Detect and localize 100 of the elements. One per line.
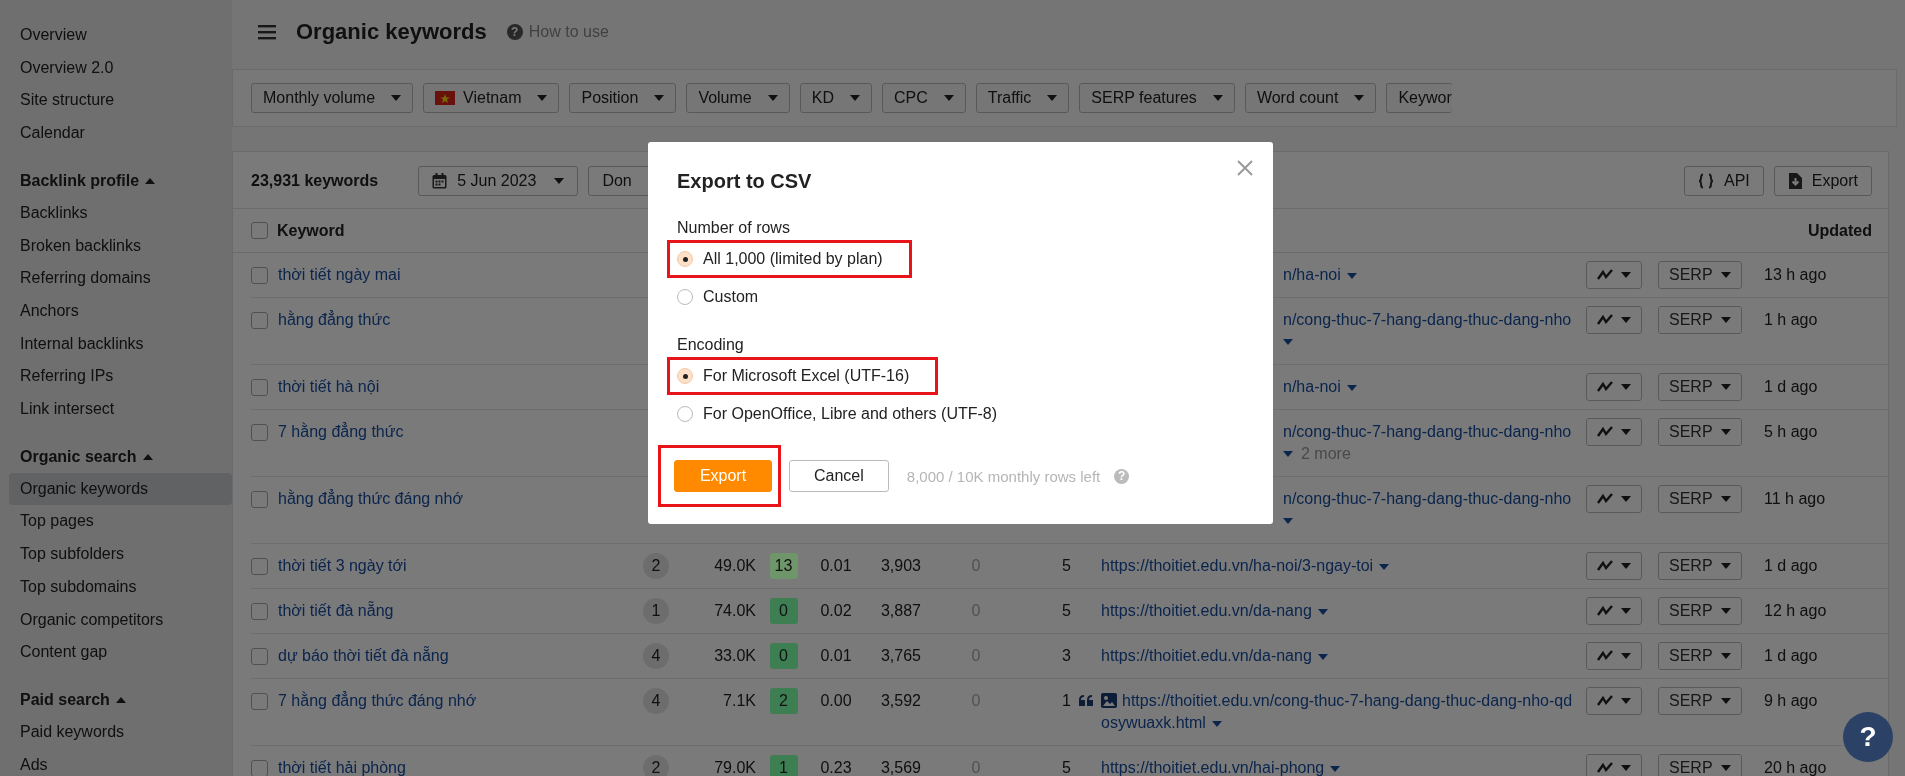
date-picker[interactable]: 5 Jun 2023: [418, 166, 579, 196]
keyword-link[interactable]: dự báo thời tiết đà nẵng: [278, 647, 449, 664]
trend-dropdown[interactable]: [1586, 418, 1642, 446]
sidebar-item[interactable]: Top subfolders: [9, 538, 232, 571]
row-checkbox[interactable]: [251, 267, 268, 285]
sidebar-item[interactable]: Site structure: [9, 84, 232, 118]
keyword-link[interactable]: 7 hằng đẳng thức đáng nhớ: [278, 692, 477, 709]
api-button[interactable]: API: [1683, 166, 1764, 196]
sidebar-item[interactable]: Broken backlinks: [9, 229, 232, 263]
radio-option[interactable]: Custom: [677, 286, 759, 308]
serp-dropdown[interactable]: SERP: [1658, 597, 1742, 625]
radio-button[interactable]: [677, 251, 693, 267]
serp-dropdown[interactable]: SERP: [1658, 418, 1742, 446]
row-checkbox[interactable]: [251, 693, 268, 711]
row-checkbox[interactable]: [251, 379, 268, 397]
sidebar-item[interactable]: Calendar: [9, 117, 232, 150]
sidebar-item[interactable]: Internal backlinks: [9, 327, 232, 361]
sidebar-item[interactable]: Overview 2.0: [9, 51, 232, 85]
caret-icon[interactable]: [1346, 384, 1357, 391]
trend-dropdown[interactable]: [1586, 687, 1642, 715]
trend-dropdown[interactable]: [1586, 373, 1642, 401]
row-checkbox[interactable]: [251, 760, 268, 776]
radio-button[interactable]: [677, 368, 693, 384]
sidebar-item[interactable]: Anchors: [9, 294, 232, 328]
filter-dropdown[interactable]: Traffic: [975, 83, 1070, 113]
column-header[interactable]: Updated: [1808, 221, 1872, 240]
column-header[interactable]: Keyword: [277, 221, 345, 240]
caret-icon[interactable]: [1283, 451, 1293, 457]
sidebar-item[interactable]: Organic keywords: [9, 472, 232, 506]
section-heading[interactable]: Paid search: [20, 683, 110, 716]
radio-option[interactable]: For OpenOffice, Libre and others (UTF-8): [677, 403, 998, 425]
keyword-link[interactable]: thời tiết 3 ngày tới: [278, 557, 407, 574]
sidebar-item[interactable]: Ads: [9, 748, 232, 776]
serp-dropdown[interactable]: SERP: [1658, 373, 1742, 401]
row-checkbox[interactable]: [251, 491, 268, 509]
caret-icon[interactable]: [1211, 720, 1222, 727]
filter-dropdown[interactable]: CPC: [882, 83, 966, 113]
caret-icon[interactable]: [1346, 272, 1357, 279]
url-link[interactable]: https://thoitiet.edu.vn/da-nang: [1101, 645, 1574, 667]
section-heading[interactable]: Organic search: [20, 440, 137, 473]
radio-button[interactable]: [677, 406, 693, 422]
radio-button[interactable]: [677, 289, 693, 305]
url-link[interactable]: n/cong-thuc-7-hang-dang-thuc-dang-nho: [1283, 488, 1574, 510]
url-link[interactable]: https://thoitiet.edu.vn/hai-phong: [1101, 757, 1574, 776]
serp-dropdown[interactable]: SERP: [1658, 642, 1742, 670]
caret-icon[interactable]: [115, 696, 126, 703]
filter-dropdown[interactable]: SERP features: [1079, 83, 1235, 113]
serp-dropdown[interactable]: SERP: [1658, 485, 1742, 513]
keyword-link[interactable]: thời tiết hà nội: [278, 378, 380, 395]
url-link[interactable]: https://thoitiet.edu.vn/da-nang: [1101, 600, 1574, 622]
sidebar-item[interactable]: Paid keywords: [9, 715, 232, 749]
sidebar-item[interactable]: Top pages: [9, 505, 232, 539]
serp-dropdown[interactable]: SERP: [1658, 552, 1742, 580]
serp-dropdown[interactable]: SERP: [1658, 306, 1742, 334]
trend-dropdown[interactable]: [1586, 306, 1642, 334]
sidebar-item[interactable]: Link intersect: [9, 393, 232, 426]
trend-dropdown[interactable]: [1586, 597, 1642, 625]
trend-dropdown[interactable]: [1586, 552, 1642, 580]
sidebar-item[interactable]: Top subdomains: [9, 570, 232, 604]
row-checkbox[interactable]: [251, 648, 268, 666]
trend-dropdown[interactable]: [1586, 485, 1642, 513]
filter-dropdown[interactable]: Position: [569, 83, 677, 113]
url-link[interactable]: n/cong-thuc-7-hang-dang-thuc-dang-nho: [1283, 309, 1574, 331]
url-link[interactable]: n/ha-noi: [1283, 264, 1574, 286]
filter-dropdown[interactable]: KD: [799, 83, 872, 113]
menu-icon[interactable]: [258, 24, 276, 40]
export-button[interactable]: Export: [674, 460, 772, 492]
sidebar-item[interactable]: Organic competitors: [9, 603, 232, 637]
filter-dropdown[interactable]: Vietnam: [423, 83, 560, 113]
filter-dropdown[interactable]: Keywor: [1386, 83, 1452, 113]
row-checkbox[interactable]: [251, 603, 268, 621]
keyword-link[interactable]: thời tiết đà nẵng: [278, 602, 394, 619]
caret-icon[interactable]: [142, 453, 153, 460]
url-link[interactable]: https://thoitiet.edu.vn/ha-noi/3-ngay-toi: [1101, 555, 1574, 577]
export-button[interactable]: Export: [1773, 166, 1872, 196]
filter-dropdown[interactable]: Volume: [686, 83, 790, 113]
url-link[interactable]: n/cong-thuc-7-hang-dang-thuc-dang-nho: [1283, 421, 1574, 443]
radio-option[interactable]: All 1,000 (limited by plan): [677, 248, 883, 270]
cancel-button[interactable]: Cancel: [789, 460, 889, 492]
sidebar-item[interactable]: Backlinks: [9, 196, 232, 230]
trend-dropdown[interactable]: [1586, 261, 1642, 289]
sidebar-item[interactable]: Referring domains: [9, 262, 232, 295]
close-icon[interactable]: [1237, 160, 1253, 176]
filter-dropdown[interactable]: Monthly volume: [251, 83, 414, 113]
radio-option[interactable]: For Microsoft Excel (UTF-16): [677, 365, 910, 387]
trend-dropdown[interactable]: [1586, 642, 1642, 670]
sidebar-item[interactable]: Referring IPs: [9, 360, 232, 394]
url-link[interactable]: https://thoitiet.edu.vn/cong-thuc-7-hang-dang-thuc-dang-nho-qdosywuaxk.html: [1079, 690, 1574, 734]
serp-dropdown[interactable]: SERP: [1658, 261, 1742, 289]
keyword-link[interactable]: thời tiết hải phòng: [278, 759, 406, 776]
keyword-link[interactable]: hằng đẳng thức đáng nhớ: [278, 490, 463, 507]
caret-icon[interactable]: [1317, 608, 1328, 615]
filter-dropdown[interactable]: Word count: [1244, 83, 1377, 113]
serp-dropdown[interactable]: SERP: [1658, 687, 1742, 715]
keyword-link[interactable]: 7 hằng đẳng thức: [278, 423, 404, 440]
sidebar-item[interactable]: Content gap: [9, 636, 232, 669]
row-checkbox[interactable]: [251, 558, 268, 576]
caret-icon[interactable]: [145, 177, 156, 184]
trend-dropdown[interactable]: [1586, 754, 1642, 776]
serp-dropdown[interactable]: SERP: [1658, 754, 1742, 776]
